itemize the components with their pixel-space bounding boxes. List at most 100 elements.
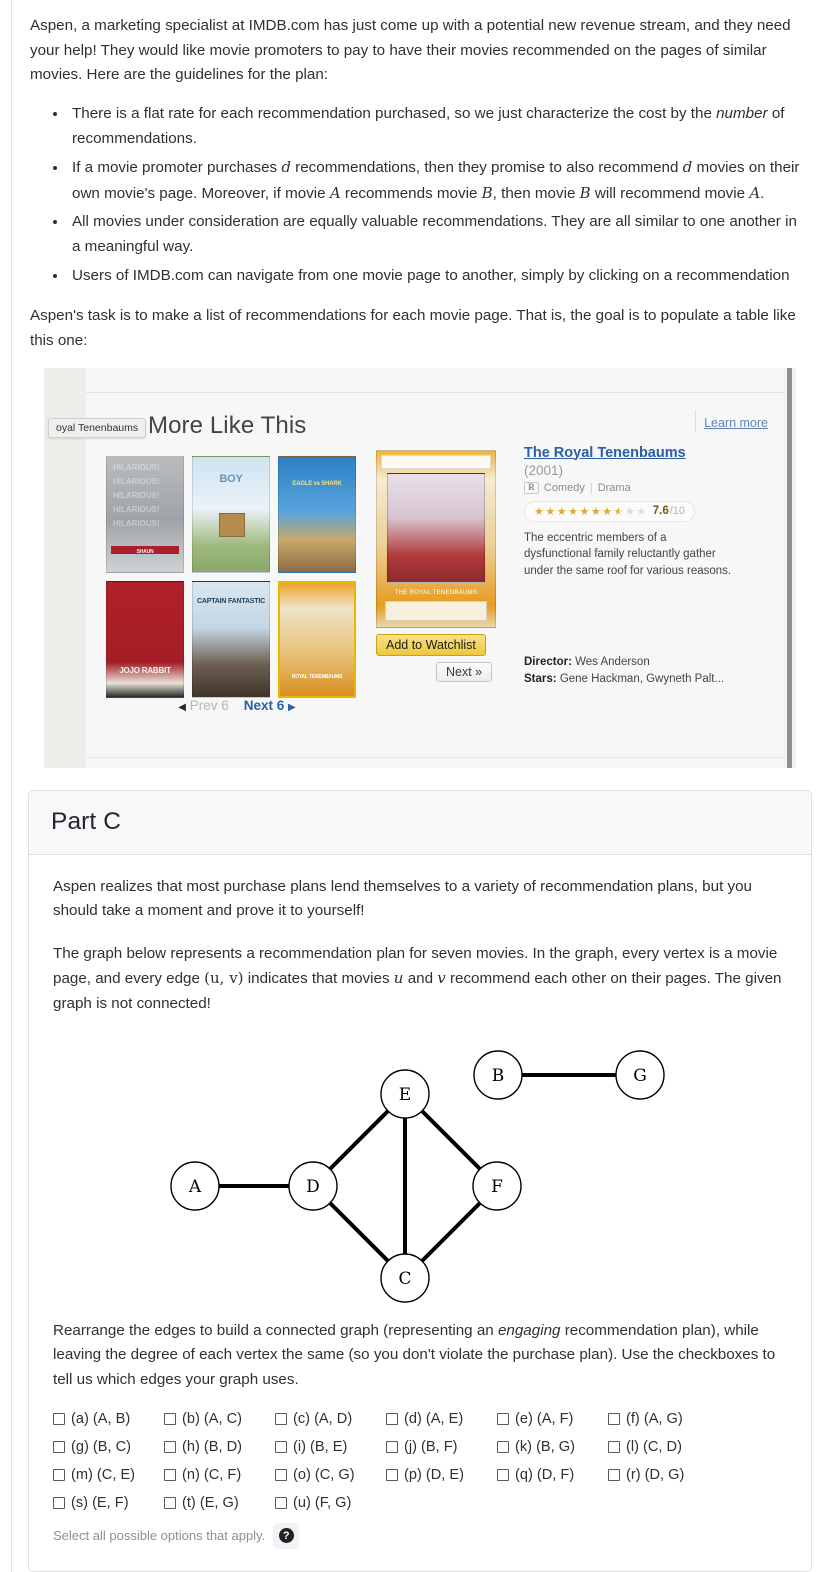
help-badge[interactable]: ?	[273, 1522, 300, 1549]
checkbox-label: (k) (B, G)	[515, 1438, 575, 1455]
star-rating-widget[interactable]: ★ ★ ★ ★ ★ ★ ★ ★ ★ ★ 7.6 /10	[524, 500, 696, 522]
stars-label: Stars:	[524, 672, 557, 685]
edge-checkbox-option-g[interactable]: (g) (B, C)	[53, 1439, 164, 1455]
edge-checkbox-option-c[interactable]: (c) (A, D)	[275, 1411, 386, 1427]
guideline-item-2: If a movie promoter purchases d recommen…	[68, 155, 806, 206]
more-like-this-title: More Like This	[148, 411, 307, 439]
movie-credits: Director: Wes Anderson Stars: Gene Hackm…	[524, 654, 724, 689]
imdb-divider-top	[86, 391, 784, 393]
poster-pager: ◀ Prev 6 Next 6 ▶	[106, 698, 368, 713]
edge-checkbox-option-p[interactable]: (p) (D, E)	[386, 1467, 497, 1483]
edge-checkbox-option-l[interactable]: (l) (C, D)	[608, 1439, 719, 1455]
graph-node-label: B	[492, 1066, 505, 1086]
edge-checkbox-option-e[interactable]: (e) (A, F)	[497, 1411, 608, 1427]
checkbox-input[interactable]	[53, 1496, 65, 1509]
next-movie-button[interactable]: Next »	[436, 661, 493, 682]
checkbox-input[interactable]	[608, 1440, 620, 1453]
movie-tooltip: oyal Tenenbaums	[48, 417, 147, 438]
next-page-link[interactable]: Next 6	[244, 698, 285, 713]
imdb-screenshot-panel: More Like This oyal Tenenbaums Learn mor…	[44, 367, 796, 768]
edge-checkbox-option-k[interactable]: (k) (B, G)	[497, 1439, 608, 1455]
edge-checkbox-option-i[interactable]: (i) (B, E)	[275, 1439, 386, 1455]
guideline-2-s6: will recommend movie	[590, 184, 750, 202]
add-to-watchlist-button[interactable]: Add to Watchlist	[376, 633, 486, 656]
poster-top-strip	[381, 454, 491, 469]
content-rating-badge: R	[524, 481, 539, 494]
checkbox-input[interactable]	[53, 1468, 65, 1481]
edge-checkbox-option-j[interactable]: (j) (B, F)	[386, 1439, 497, 1455]
checkbox-input[interactable]	[497, 1440, 509, 1453]
checkbox-input[interactable]	[164, 1468, 176, 1481]
checkbox-input[interactable]	[53, 1412, 65, 1425]
edge-checkbox-option-f[interactable]: (f) (A, G)	[608, 1411, 719, 1427]
graph-node-g: G	[615, 1049, 665, 1100]
checkbox-label: (u) (F, G)	[293, 1494, 352, 1511]
movie-title-link[interactable]: The Royal Tenenbaums	[524, 445, 686, 461]
checkbox-label: (m) (C, E)	[71, 1466, 136, 1483]
graph-node-label: G	[633, 1066, 647, 1086]
checkbox-input[interactable]	[386, 1440, 398, 1453]
checkbox-input[interactable]	[608, 1412, 620, 1425]
checkbox-label: (j) (B, F)	[404, 1438, 458, 1455]
poster-thumbnail-selected[interactable]: ROYAL TENENBAUMS	[278, 580, 356, 698]
pc2-s2: indicates that movies	[243, 970, 394, 988]
recommendation-poster-grid: HILARIOUS! HILARIOUS! HILARIOUS! HILARIO…	[106, 455, 366, 698]
edge-checkbox-option-h[interactable]: (h) (B, D)	[164, 1439, 275, 1455]
graph-node-label: F	[491, 1177, 503, 1197]
featured-movie-poster[interactable]: THE ROYAL TENENBAUMS	[376, 449, 496, 628]
checkbox-input[interactable]	[386, 1468, 398, 1481]
checkbox-input[interactable]	[497, 1412, 509, 1425]
star-icon: ★	[602, 505, 613, 518]
poster-thumbnail[interactable]: EAGLE vs SHARK	[278, 455, 356, 573]
edge-checkbox-option-d[interactable]: (d) (A, E)	[386, 1411, 497, 1427]
edge-checkbox-option-a[interactable]: (a) (A, B)	[53, 1411, 164, 1427]
poster-caption: JOJO RABBIT	[119, 665, 171, 675]
next-arrow-icon: ▶	[288, 701, 296, 713]
edge-checkbox-option-o[interactable]: (o) (C, G)	[275, 1467, 386, 1483]
checkbox-label: (t) (E, G)	[182, 1494, 239, 1511]
checkbox-input[interactable]	[608, 1468, 620, 1481]
poster-thumbnail[interactable]: JOJO RABBIT	[106, 580, 184, 698]
edge-checkbox-option-t[interactable]: (t) (E, G)	[164, 1495, 275, 1511]
edge-checkbox-option-b[interactable]: (b) (A, C)	[164, 1411, 275, 1427]
checkbox-input[interactable]	[164, 1412, 176, 1425]
graph-node-b: B	[473, 1049, 523, 1100]
graph-node-c: C	[380, 1252, 430, 1303]
checkbox-input[interactable]	[386, 1412, 398, 1425]
checkbox-input[interactable]	[275, 1468, 287, 1481]
imdb-scrollbar-thumb[interactable]	[787, 367, 792, 768]
pc3-emphasis: engaging	[497, 1321, 561, 1339]
guideline-2-s7: .	[760, 184, 765, 202]
director-name: Wes Anderson	[575, 655, 650, 668]
edge-checkbox-option-n[interactable]: (n) (C, F)	[164, 1467, 275, 1483]
prev-page-link[interactable]: Prev 6	[190, 698, 229, 713]
math-B-2: B	[579, 183, 591, 202]
graph-diagram-container: A B C D E F G	[53, 1035, 787, 1305]
edge-checkbox-option-r[interactable]: (r) (D, G)	[608, 1467, 719, 1483]
star-icon: ★	[545, 505, 556, 518]
checkbox-input[interactable]	[53, 1440, 65, 1453]
checkbox-input[interactable]	[275, 1440, 287, 1453]
learn-more-link[interactable]: Learn more	[704, 416, 768, 430]
checkbox-input[interactable]	[164, 1440, 176, 1453]
poster-thumbnail[interactable]: BOY	[192, 455, 270, 573]
poster-thumbnail[interactable]: HILARIOUS! HILARIOUS! HILARIOUS! HILARIO…	[106, 455, 184, 573]
graph-edge	[327, 1108, 391, 1171]
edge-checkbox-option-q[interactable]: (q) (D, F)	[497, 1467, 608, 1483]
guideline-item-1: There is a flat rate for each recommenda…	[68, 102, 806, 151]
checkbox-label: (e) (A, F)	[515, 1410, 574, 1427]
intro-paragraph-1: Aspen, a marketing specialist at IMDB.co…	[30, 17, 791, 84]
checkbox-input[interactable]	[497, 1468, 509, 1481]
checkbox-input[interactable]	[275, 1496, 287, 1509]
edge-checkbox-option-m[interactable]: (m) (C, E)	[53, 1467, 164, 1483]
poster-thumbnail[interactable]: CAPTAIN FANTASTIC	[192, 580, 270, 698]
checkbox-input[interactable]	[275, 1412, 287, 1425]
edge-checkbox-option-s[interactable]: (s) (E, F)	[53, 1495, 164, 1511]
checkbox-label: (r) (D, G)	[626, 1466, 685, 1483]
math-uv: (u, v)	[204, 969, 244, 988]
checkbox-input[interactable]	[164, 1496, 176, 1509]
graph-edge	[419, 1200, 483, 1263]
checkbox-row: (s) (E, F) (t) (E, G) (u) (F, G)	[53, 1495, 787, 1511]
math-A-1: A	[329, 183, 341, 202]
edge-checkbox-option-u[interactable]: (u) (F, G)	[275, 1495, 386, 1511]
